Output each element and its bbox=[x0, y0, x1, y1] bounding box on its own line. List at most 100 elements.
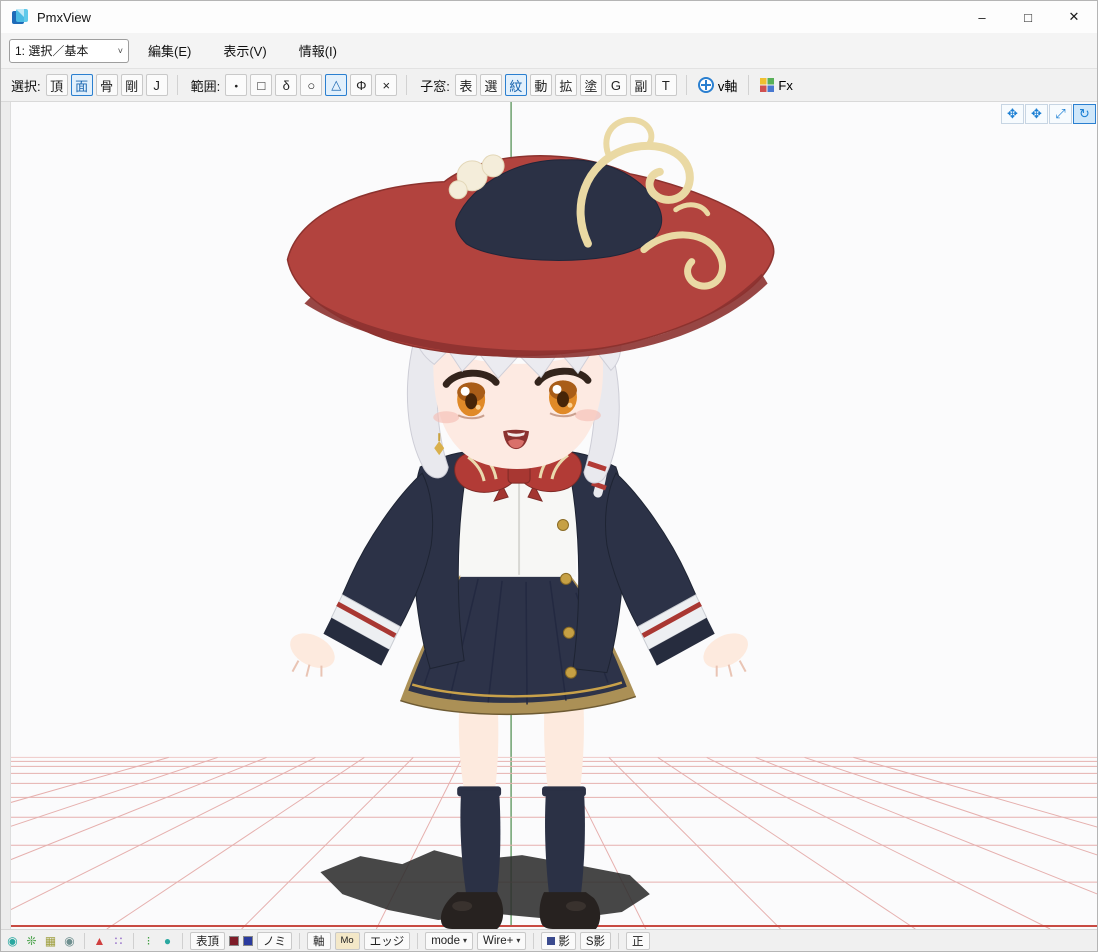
material-color-swatch-blue[interactable] bbox=[243, 935, 253, 946]
menu-view[interactable]: 表示(V) bbox=[210, 35, 279, 66]
mode-label: mode bbox=[431, 934, 460, 947]
blush-left bbox=[433, 411, 460, 424]
fx-label: Fx bbox=[778, 77, 793, 93]
chevron-down-icon: ▾ bbox=[462, 936, 467, 945]
range-clear-button[interactable]: × bbox=[375, 74, 398, 96]
range-rect-button[interactable]: □ bbox=[250, 74, 273, 96]
bottombar-separator bbox=[299, 932, 300, 949]
fx-toggle[interactable]: Fx bbox=[758, 78, 794, 93]
subwin-motion-button[interactable]: 動 bbox=[529, 74, 552, 96]
mode-dropdown[interactable]: mode ▾ bbox=[425, 931, 473, 950]
grid-icon[interactable]: ▦ bbox=[43, 935, 58, 947]
subwin-t-button[interactable]: T bbox=[654, 74, 677, 96]
mode-combobox-value: 1: 選択／基本 bbox=[15, 44, 89, 58]
character-hat bbox=[286, 116, 775, 359]
window-title: PmxView bbox=[37, 9, 91, 25]
self-shadow-toggle[interactable]: S影 bbox=[579, 931, 612, 950]
subwin-display-button[interactable]: 表 bbox=[454, 74, 477, 96]
show-vertices-label: 表頂 bbox=[196, 935, 219, 948]
viewport: ✥ ✥ ⤢ ↻ bbox=[1, 102, 1097, 929]
pan-model-button[interactable]: ✥ bbox=[1025, 104, 1048, 124]
character-model bbox=[286, 116, 775, 929]
maximize-button[interactable]: □ bbox=[1005, 1, 1051, 33]
range-lasso-button[interactable]: δ bbox=[275, 74, 298, 96]
dots-column-icon[interactable]: ⁝ bbox=[141, 935, 156, 947]
menu-info[interactable]: 情報(I) bbox=[286, 35, 350, 66]
pmxview-window: PmxView – □ ✕ 1: 選択／基本 ˅ 編集(E) 表示(V) 情報(… bbox=[0, 0, 1098, 952]
pan-view-button[interactable]: ✥ bbox=[1001, 104, 1024, 124]
triangle-icon[interactable]: ▲ bbox=[92, 935, 107, 947]
shadow-toggle[interactable]: 影 bbox=[541, 931, 576, 950]
range-triangle-button[interactable]: △ bbox=[325, 74, 348, 96]
range-circle-button[interactable]: ○ bbox=[300, 74, 323, 96]
range-point-button[interactable]: ・ bbox=[225, 74, 248, 96]
toolbar-separator bbox=[685, 75, 687, 95]
front-view-label: 正 bbox=[632, 935, 644, 948]
target-icon[interactable]: ◉ bbox=[5, 935, 20, 947]
chevron-down-icon: ▾ bbox=[516, 936, 521, 945]
subwin-sub-button[interactable]: 副 bbox=[629, 74, 652, 96]
bottombar-separator bbox=[417, 932, 419, 949]
toolbar: 選択: 頂 面 骨 剛 J 範囲: ・ □ δ ○ △ Φ × 子窓: 表 選 … bbox=[1, 69, 1097, 102]
edge-toggle[interactable]: エッジ bbox=[363, 931, 411, 950]
select-vertex-button[interactable]: 頂 bbox=[45, 74, 68, 96]
subwin-g-button[interactable]: G bbox=[604, 74, 627, 96]
subwin-pattern-button[interactable]: 紋 bbox=[504, 74, 527, 96]
select-face-button[interactable]: 面 bbox=[70, 74, 93, 96]
crosshair-icon bbox=[697, 77, 714, 93]
bottombar-separator bbox=[618, 932, 620, 949]
minimize-button[interactable]: – bbox=[959, 1, 1005, 33]
material-color-swatch-red[interactable] bbox=[229, 935, 239, 946]
app-icon bbox=[12, 9, 28, 24]
select-bone-button[interactable]: 骨 bbox=[95, 74, 118, 96]
flower-icon[interactable]: ❊ bbox=[24, 935, 39, 947]
front-view-toggle[interactable]: 正 bbox=[626, 931, 650, 950]
self-shadow-label: S影 bbox=[585, 935, 606, 948]
subwin-select-button[interactable]: 選 bbox=[479, 74, 502, 96]
titlebar: PmxView – □ ✕ bbox=[1, 1, 1097, 33]
wire-dropdown[interactable]: Wire+ ▾ bbox=[477, 931, 527, 950]
close-button[interactable]: ✕ bbox=[1051, 1, 1097, 33]
fx-grid-icon bbox=[760, 78, 775, 92]
toolbar-separator bbox=[748, 75, 750, 95]
subwindow-group-label: 子窓: bbox=[420, 78, 450, 94]
nomi-label: ノミ bbox=[263, 935, 286, 948]
mode-combobox[interactable]: 1: 選択／基本 ˅ bbox=[9, 38, 129, 63]
viewport-controls: ✥ ✥ ⤢ ↻ bbox=[1001, 104, 1096, 124]
wire-label: Wire+ bbox=[483, 934, 514, 947]
axis-toggle[interactable]: 軸 bbox=[307, 931, 331, 950]
bottombar-separator bbox=[84, 932, 85, 949]
nomi-toggle[interactable]: ノミ bbox=[257, 931, 292, 950]
blush-right bbox=[574, 409, 601, 422]
viewport-canvas[interactable] bbox=[11, 102, 1097, 929]
axis-label: 軸 bbox=[313, 935, 325, 948]
range-group-label: 範囲: bbox=[190, 78, 221, 94]
window-controls: – □ ✕ bbox=[959, 1, 1097, 33]
viewport-left-strip bbox=[1, 102, 11, 929]
toolbar-separator bbox=[176, 75, 178, 95]
bottombar-separator bbox=[182, 932, 183, 949]
vaxis-toggle[interactable]: v軸 bbox=[696, 76, 740, 95]
bottombar-separator bbox=[533, 932, 535, 949]
toolbar-separator bbox=[406, 75, 408, 95]
dots-icon[interactable]: ∷ bbox=[111, 935, 126, 947]
select-rigid-button[interactable]: 剛 bbox=[120, 74, 143, 96]
show-vertices-toggle[interactable]: 表頂 bbox=[190, 931, 225, 950]
dot-icon[interactable]: ● bbox=[160, 935, 175, 947]
bottombar: ◉ ❊ ▦ ◉ ▲ ∷ ⁝ ● 表頂 ノミ 軸 Mo エッジ mode ▾ Wi… bbox=[1, 929, 1097, 951]
menu-edit[interactable]: 編集(E) bbox=[135, 35, 204, 66]
shadow-icon bbox=[547, 936, 556, 945]
rotate-button[interactable]: ↻ bbox=[1073, 104, 1096, 124]
range-phi-button[interactable]: Φ bbox=[350, 74, 373, 96]
ring-icon[interactable]: ◉ bbox=[62, 935, 77, 947]
shadow-label: 影 bbox=[558, 935, 570, 948]
subwin-expand-button[interactable]: 拡 bbox=[554, 74, 577, 96]
select-group-label: 選択: bbox=[11, 78, 41, 94]
zoom-button[interactable]: ⤢ bbox=[1049, 104, 1072, 124]
edge-label: エッジ bbox=[369, 935, 405, 948]
morph-toggle[interactable]: Mo bbox=[334, 931, 360, 950]
menubar: 1: 選択／基本 ˅ 編集(E) 表示(V) 情報(I) bbox=[1, 33, 1097, 69]
select-joint-button[interactable]: J bbox=[145, 74, 168, 96]
subwin-paint-button[interactable]: 塗 bbox=[579, 74, 602, 96]
bottombar-separator bbox=[133, 932, 134, 949]
